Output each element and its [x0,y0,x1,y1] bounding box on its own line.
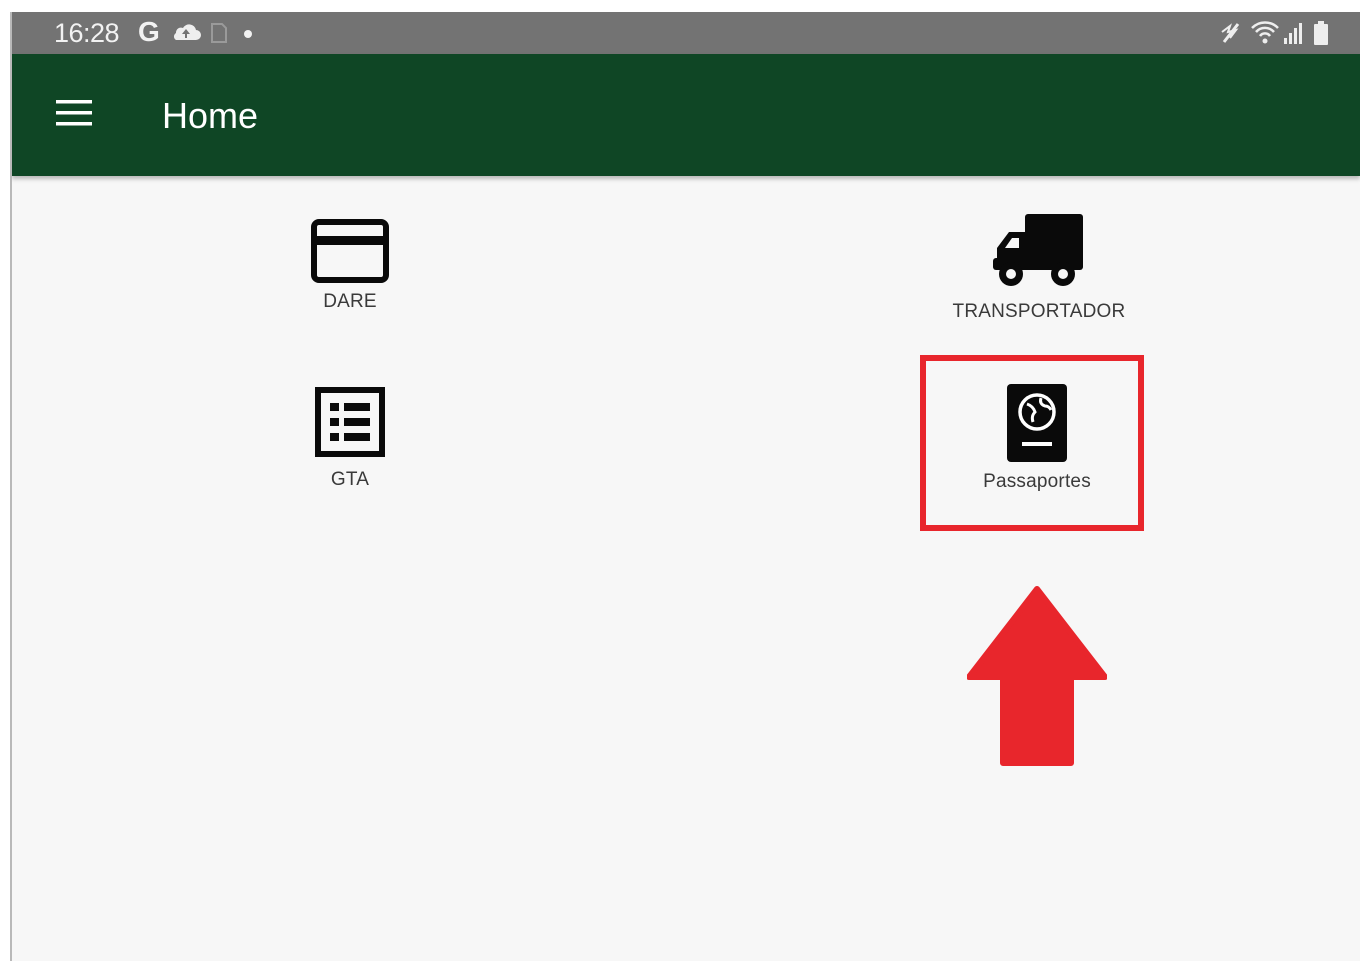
status-left-icons [174,23,252,43]
tile-dare-label: DARE [323,291,377,312]
tile-gta[interactable]: GTA [280,386,420,491]
page-title: Home [162,95,259,136]
status-right-icons [1221,21,1328,45]
tile-transportador-label: TRANSPORTADOR [952,301,1126,322]
battery-icon [1314,21,1328,45]
menu-button[interactable] [48,92,100,134]
cloud-upload-icon [174,24,201,40]
sim-icon [211,23,227,43]
device-screen: 16:28 G Home DARE TRANSPORTADOR GTA Pass… [10,12,1360,961]
app-bar: Home [12,54,1360,176]
menu-icon [56,100,92,126]
google-indicator: G [138,16,160,47]
tile-transportador[interactable]: TRANSPORTADOR [924,212,1154,323]
arrow-up-icon [967,586,1107,766]
wifi-icon [1251,21,1279,44]
no-signal-icon [1221,23,1240,43]
credit-card-icon [311,219,389,283]
signal-icon [1284,23,1302,44]
dot-icon [244,30,252,38]
list-document-icon [315,387,385,457]
truck-icon [993,214,1083,286]
highlight-box [920,355,1144,531]
status-time: 16:28 [54,18,120,48]
tile-gta-label: GTA [330,469,370,490]
status-bar: 16:28 G [12,12,1360,54]
tile-dare[interactable]: DARE [280,218,420,313]
